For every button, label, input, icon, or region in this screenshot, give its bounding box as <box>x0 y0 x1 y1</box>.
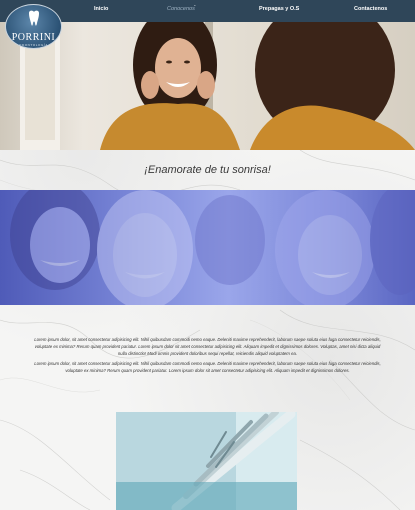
top-navbar: Inicio Conocenos ⌄ Prepagas y O.S Contac… <box>0 0 415 22</box>
nav-item-contactenos[interactable]: Contactenos <box>354 6 387 12</box>
hero-image <box>0 0 415 150</box>
smiles-banner <box>0 190 415 305</box>
logo-subtitle: ODONTOLOGÍA <box>19 43 48 47</box>
brand-logo[interactable]: PORRINI ODONTOLOGÍA <box>5 4 62 49</box>
nav-item-conocenos-label: Conocenos <box>167 6 195 12</box>
nav-item-inicio[interactable]: Inicio <box>94 6 108 12</box>
content-paragraph-1: Lorem ipsum dolor, sit amet consectetur … <box>34 337 381 356</box>
content-paragraph-2: Lorem ipsum dolor, sit amet consectetur … <box>34 361 381 373</box>
tagline: ¡Enamorate de tu sonrisa! <box>144 164 271 176</box>
tooth-icon <box>29 10 39 26</box>
dental-tools-image <box>116 412 297 510</box>
chevron-down-icon: ⌄ <box>193 2 197 7</box>
nav-item-prepagas[interactable]: Prepagas y O.S <box>259 6 299 12</box>
content-text: Lorem ipsum dolor, sit amet consectetur … <box>30 336 385 377</box>
logo-name: PORRINI <box>11 32 56 43</box>
nav-item-conocenos[interactable]: Conocenos ⌄ <box>167 2 196 12</box>
